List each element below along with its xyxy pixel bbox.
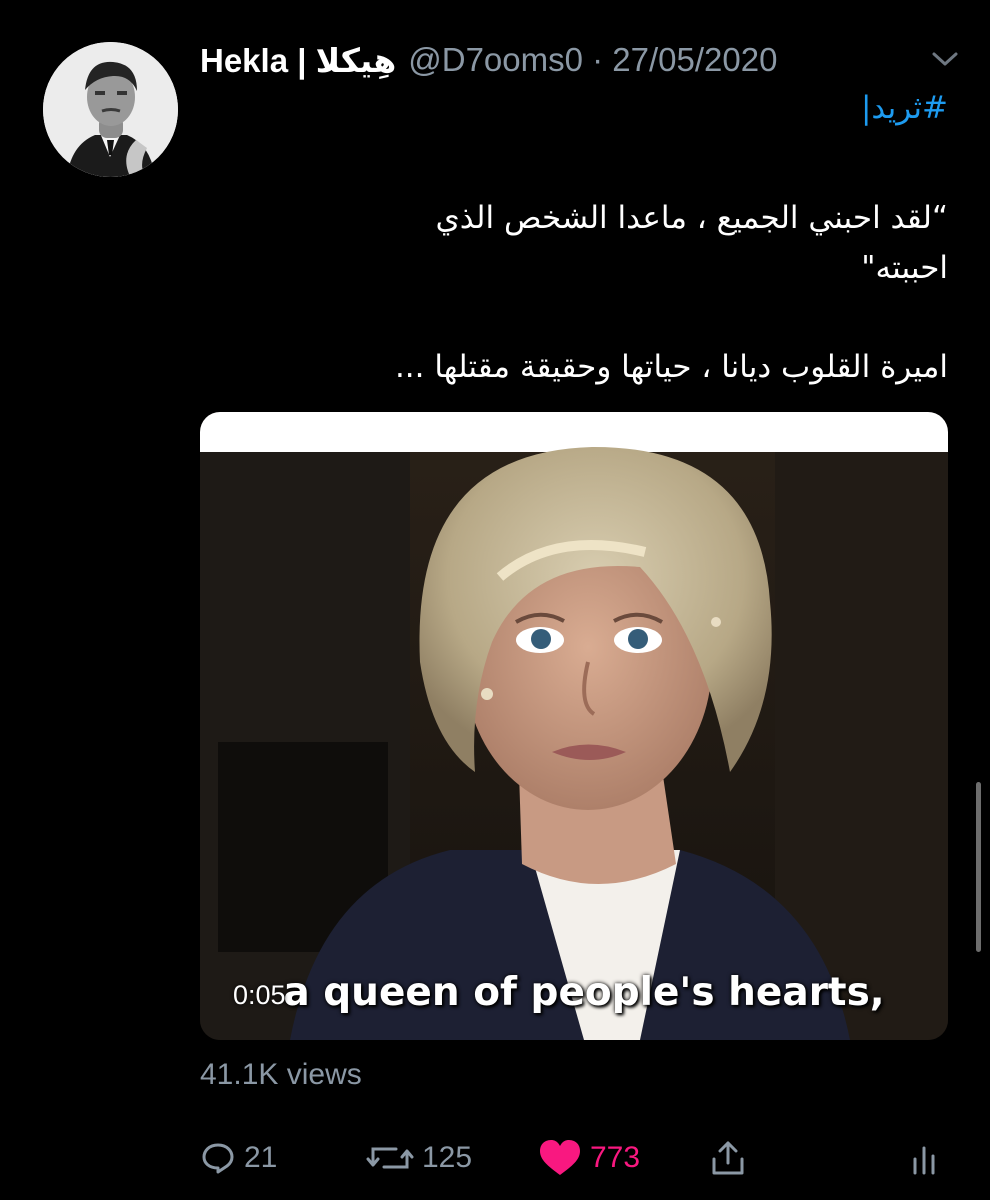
like-count: 773 — [590, 1141, 641, 1174]
video-player[interactable]: a queen of people's hearts, 0:05 — [200, 412, 948, 1040]
tweet-header: Hekla | هِيكلا @D7ooms0 · 27/05/2020 — [200, 38, 960, 82]
retweet-count: 125 — [422, 1141, 473, 1174]
tweet-caption: اميرة القلوب ديانا ، حياتها وحقيقة مقتله… — [394, 349, 948, 385]
video-timecode: 0:05 — [233, 980, 286, 1010]
reply-button[interactable]: 21 — [200, 1135, 277, 1181]
reply-icon — [202, 1143, 234, 1174]
view-count[interactable]: 41.1K views — [200, 1058, 362, 1092]
share-icon — [712, 1141, 744, 1175]
handle-and-date[interactable]: @D7ooms0 · 27/05/2020 — [408, 41, 777, 79]
scrollbar-thumb[interactable] — [976, 782, 981, 952]
avatar[interactable] — [43, 42, 178, 177]
video-subtitle: a queen of people's hearts, — [283, 970, 885, 1015]
display-name[interactable]: Hekla | هِيكلا — [200, 41, 396, 80]
video-frame-image — [200, 412, 948, 1040]
analytics-icon — [913, 1146, 935, 1175]
avatar-portrait-image — [43, 42, 178, 177]
share-button[interactable] — [710, 1135, 746, 1181]
retweet-button[interactable]: 125 — [366, 1135, 472, 1181]
chevron-down-icon[interactable] — [930, 46, 960, 72]
like-button[interactable]: 773 — [538, 1135, 640, 1181]
tweet-quote: “لقد احبني الجميع ، ماعدا الشخص الذي احب… — [436, 193, 948, 293]
reply-count: 21 — [244, 1141, 278, 1174]
tweet-quote-line-2: احببته" — [861, 250, 948, 286]
retweet-icon — [366, 1147, 414, 1169]
tweet-actions: 21 125 773 — [200, 1135, 960, 1181]
hashtag-link[interactable]: #ثريد| — [861, 83, 948, 133]
tweet-quote-line-1: “لقد احبني الجميع ، ماعدا الشخص الذي — [435, 200, 948, 236]
heart-icon — [540, 1140, 580, 1175]
analytics-button[interactable] — [906, 1135, 942, 1181]
